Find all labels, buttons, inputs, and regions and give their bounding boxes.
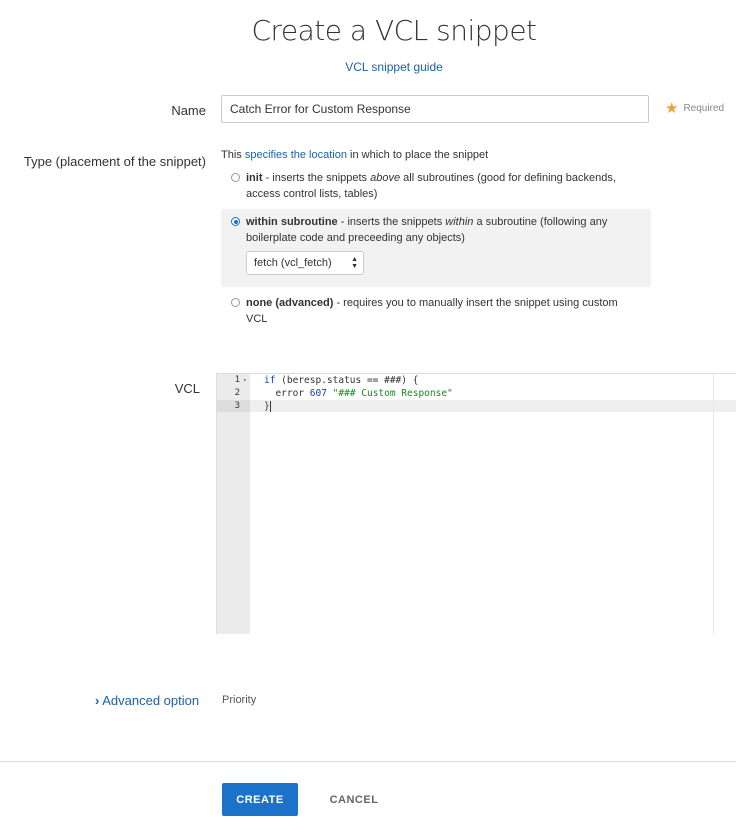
code-line: } bbox=[264, 401, 271, 412]
line-number: 3 bbox=[234, 401, 240, 411]
code-line: error 607 "### Custom Response" bbox=[264, 388, 453, 399]
radio-none[interactable] bbox=[231, 298, 240, 307]
chevron-right-icon: › bbox=[95, 693, 100, 708]
create-button[interactable]: CREATE bbox=[222, 783, 298, 816]
editor-gutter bbox=[217, 374, 250, 634]
subroutine-select-value: fetch (vcl_fetch) bbox=[254, 257, 332, 269]
vcl-code-editor[interactable]: 1 ▾ if (beresp.status == ###) { 2 error … bbox=[216, 373, 736, 634]
radio-within-subroutine[interactable] bbox=[231, 217, 240, 226]
page-title: Create a VCL snippet bbox=[251, 14, 537, 47]
type-description: This specifies the location in which to … bbox=[221, 149, 489, 161]
active-line-highlight bbox=[250, 400, 736, 412]
option-none-name: none (advanced) bbox=[246, 297, 334, 309]
code-line: if (beresp.status == ###) { bbox=[264, 375, 419, 386]
option-none[interactable]: none (advanced) - requires you to manual… bbox=[221, 295, 651, 327]
line-number: 1 bbox=[234, 375, 240, 385]
required-text: Required bbox=[683, 103, 725, 114]
option-init[interactable]: init - inserts the snippets above all su… bbox=[221, 170, 651, 202]
priority-label: Priority bbox=[222, 694, 257, 706]
fold-arrow-icon[interactable]: ▾ bbox=[243, 377, 247, 384]
type-label: Type (placement of the snippet) bbox=[23, 154, 206, 169]
radio-init[interactable] bbox=[231, 173, 240, 182]
star-icon: ★ bbox=[665, 99, 679, 117]
cancel-button[interactable]: CANCEL bbox=[318, 783, 390, 816]
option-within-name: within subroutine bbox=[246, 216, 338, 228]
name-input[interactable] bbox=[221, 95, 649, 123]
specifies-location-link[interactable]: specifies the location bbox=[245, 149, 347, 161]
option-within-subroutine[interactable]: within subroutine - inserts the snippets… bbox=[221, 209, 651, 287]
option-init-name: init bbox=[246, 172, 263, 184]
line-number: 2 bbox=[234, 388, 240, 398]
print-margin bbox=[713, 374, 714, 634]
vcl-label: VCL bbox=[174, 381, 200, 396]
advanced-option-label: Advanced option bbox=[102, 693, 200, 708]
vcl-snippet-guide-link[interactable]: VCL snippet guide bbox=[0, 60, 736, 74]
footer-divider bbox=[0, 761, 736, 762]
subroutine-select[interactable]: fetch (vcl_fetch) ▲ ▼ bbox=[246, 251, 364, 275]
select-arrows-icon: ▲ ▼ bbox=[351, 256, 358, 270]
text-cursor bbox=[269, 401, 271, 412]
advanced-option-toggle[interactable]: › Advanced option bbox=[95, 693, 199, 708]
required-indicator: ★ Required bbox=[665, 99, 725, 117]
name-label: Name bbox=[171, 103, 206, 118]
